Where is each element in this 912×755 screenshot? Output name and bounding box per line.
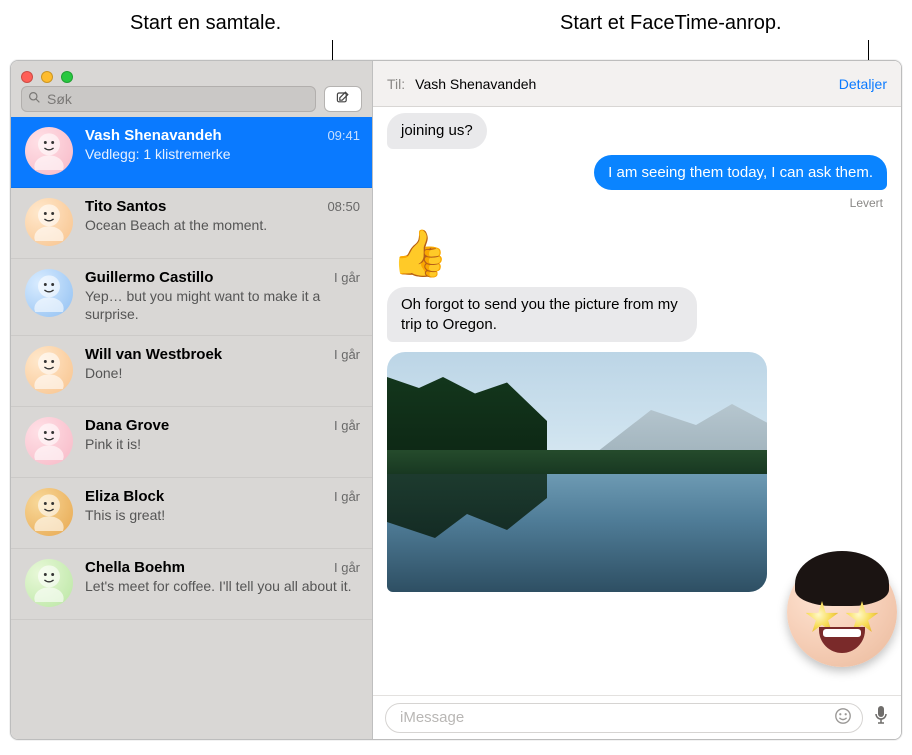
conversation-list[interactable]: Vash Shenavandeh 09:41 Vedlegg: 1 klistrem…	[11, 117, 372, 739]
conversation-body: Vash Shenavandeh 09:41 Vedlegg: 1 klistrem…	[85, 127, 360, 164]
image-attachment[interactable]	[387, 352, 767, 592]
emoji-picker-icon[interactable]	[834, 707, 852, 729]
conversation-name: Guillermo Castillo	[85, 269, 213, 286]
sidebar-toolbar: Søk	[11, 61, 372, 117]
memoji-sticker[interactable]	[787, 557, 897, 667]
conversation-row[interactable]: Vash Shenavandeh 09:41 Vedlegg: 1 klistrem…	[11, 117, 372, 188]
sticker-hair	[795, 551, 889, 606]
sticker-teeth	[823, 629, 861, 637]
avatar-face-icon	[27, 345, 71, 396]
message-outgoing: I am seeing them today, I can ask them.	[594, 155, 887, 191]
conversation-row[interactable]: Chella Boehm I går Let's meet for coffee. …	[11, 549, 372, 620]
conversation-preview: Let's meet for coffee. I'll tell you all…	[85, 578, 360, 596]
conversation-preview: Done!	[85, 365, 360, 383]
conversation-preview: Yep… but you might want to make it a sur…	[85, 288, 360, 323]
dictation-mic-icon[interactable]	[873, 705, 889, 730]
avatar	[25, 346, 73, 394]
conversation-row[interactable]: Will van Westbroek I går Done!	[11, 336, 372, 407]
minimize-window-button[interactable]	[41, 71, 53, 83]
conversation-time: I går	[334, 489, 360, 504]
avatar	[25, 198, 73, 246]
avatar-face-icon	[27, 197, 71, 248]
conversation-preview: This is great!	[85, 507, 360, 525]
to-name: Vash Shenavandeh	[415, 76, 839, 92]
conversation-preview: Pink it is!	[85, 436, 360, 454]
tapback-thumbs-up-icon: 👍	[391, 226, 448, 281]
conversation-body: Will van Westbroek I går Done!	[85, 346, 360, 383]
to-label: Til:	[387, 76, 405, 92]
chat-transcript[interactable]: joining us? I am seeing them today, I ca…	[373, 107, 901, 695]
conversation-name: Vash Shenavandeh	[85, 127, 222, 144]
conversation-body: Eliza Block I går This is great!	[85, 488, 360, 525]
conversation-time: I går	[334, 347, 360, 362]
zoom-window-button[interactable]	[61, 71, 73, 83]
conversation-row[interactable]: Guillermo Castillo I går Yep… but you migh…	[11, 259, 372, 336]
search-input[interactable]: Søk	[21, 86, 316, 112]
message-incoming: Oh forgot to send you the picture from m…	[387, 287, 697, 342]
conversation-body: Guillermo Castillo I går Yep… but you migh…	[85, 269, 360, 323]
conversation-time: I går	[334, 560, 360, 575]
window-controls	[21, 71, 73, 83]
conversation-body: Chella Boehm I går Let's meet for coffee. …	[85, 559, 360, 596]
avatar-face-icon	[27, 487, 71, 538]
sidebar: Søk Vash Shenavandeh 09:41 Vedlegg: 1 klis…	[11, 61, 373, 739]
avatar-face-icon	[27, 126, 71, 177]
avatar	[25, 559, 73, 607]
conversation-row[interactable]: Eliza Block I går This is great!	[11, 478, 372, 549]
search-icon	[28, 91, 41, 107]
close-window-button[interactable]	[21, 71, 33, 83]
avatar-face-icon	[27, 268, 71, 319]
conversation-time: 09:41	[327, 128, 360, 143]
conversation-body: Tito Santos 08:50 Ocean Beach at the momen…	[85, 198, 360, 235]
conversation-time: 08:50	[327, 199, 360, 214]
conversation-name: Dana Grove	[85, 417, 169, 434]
conversation-row[interactable]: Dana Grove I går Pink it is!	[11, 407, 372, 478]
avatar-face-icon	[27, 416, 71, 467]
message-input-placeholder: iMessage	[400, 709, 464, 726]
avatar-face-icon	[27, 558, 71, 609]
compose-icon	[335, 89, 351, 110]
message-input[interactable]: iMessage	[385, 703, 863, 733]
conversation-name: Chella Boehm	[85, 559, 185, 576]
conversation-row[interactable]: Tito Santos 08:50 Ocean Beach at the momen…	[11, 188, 372, 259]
conversation-body: Dana Grove I går Pink it is!	[85, 417, 360, 454]
conversation-time: I går	[334, 270, 360, 285]
messages-window: Søk Vash Shenavandeh 09:41 Vedlegg: 1 klis…	[10, 60, 902, 740]
callout-facetime: Start et FaceTime-anrop.	[560, 12, 782, 35]
details-button[interactable]: Detaljer	[839, 76, 887, 92]
chat-pane: Til: Vash Shenavandeh Detaljer joining u…	[373, 61, 901, 739]
chat-header: Til: Vash Shenavandeh Detaljer	[373, 61, 901, 107]
avatar	[25, 127, 73, 175]
message-incoming: joining us?	[387, 113, 487, 149]
avatar	[25, 488, 73, 536]
callout-compose: Start en samtale.	[130, 12, 281, 35]
conversation-name: Eliza Block	[85, 488, 164, 505]
conversation-name: Tito Santos	[85, 198, 166, 215]
conversation-time: I går	[334, 418, 360, 433]
avatar	[25, 417, 73, 465]
conversation-preview: Vedlegg: 1 klistremerke	[85, 146, 360, 164]
compose-bar: iMessage	[373, 695, 901, 739]
conversation-preview: Ocean Beach at the moment.	[85, 217, 360, 235]
avatar	[25, 269, 73, 317]
search-placeholder: Søk	[47, 91, 72, 107]
delivery-receipt: Levert	[850, 196, 883, 210]
conversation-name: Will van Westbroek	[85, 346, 222, 363]
compose-button[interactable]	[324, 86, 362, 112]
